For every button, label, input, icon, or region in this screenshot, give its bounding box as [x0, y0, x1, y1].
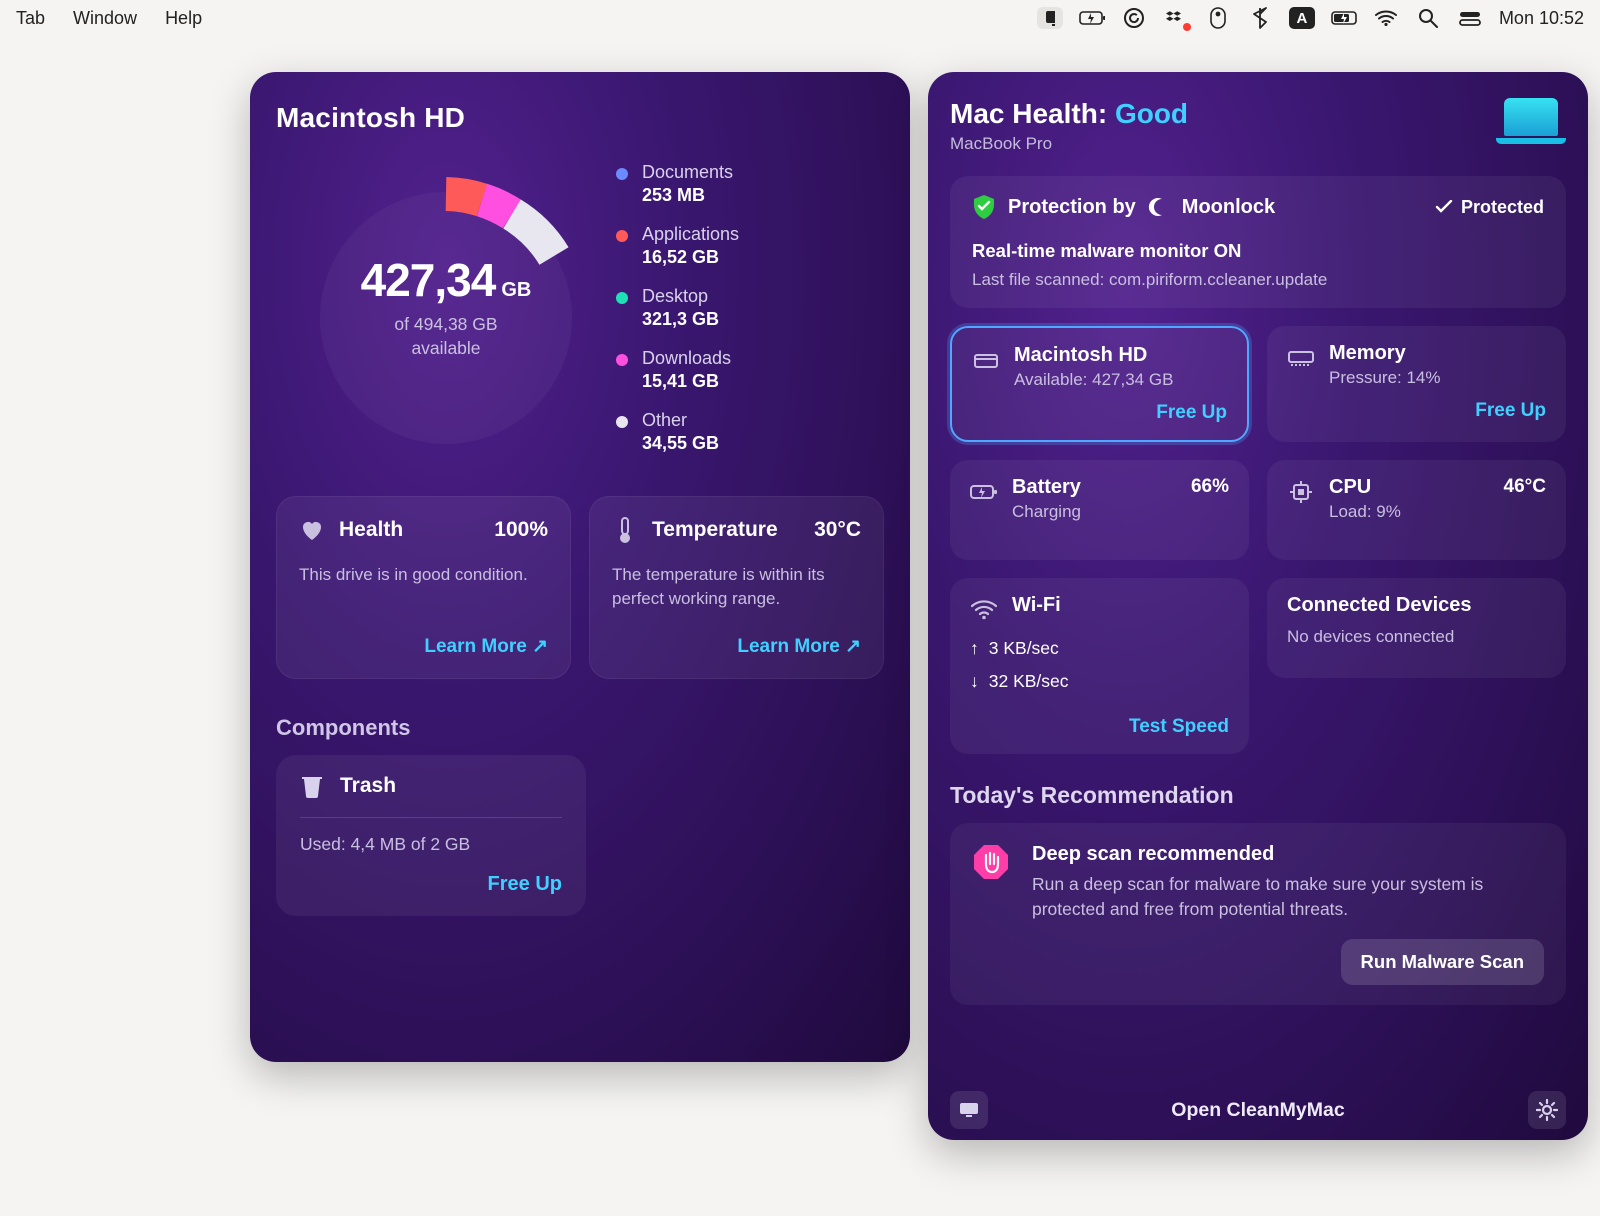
tile-devices[interactable]: Connected Devices No devices connected — [1267, 578, 1566, 678]
cpu-icon — [1287, 478, 1315, 506]
disk-title: Macintosh HD — [276, 102, 884, 134]
storage-legend: Documents253 MB Applications16,52 GB Des… — [616, 142, 884, 472]
grammarly-menubar-icon[interactable] — [1121, 7, 1147, 29]
thermometer-icon — [612, 517, 638, 543]
realtime-monitor-label: Real-time malware monitor ON — [972, 240, 1544, 262]
disk-free-up-link[interactable]: Free Up — [972, 402, 1227, 424]
cpu-value: 46°C — [1504, 476, 1546, 498]
wifi-upload-row: ↑3 KB/sec — [970, 638, 1229, 659]
heart-icon — [299, 517, 325, 543]
memory-free-up-link[interactable]: Free Up — [1287, 400, 1546, 422]
legend-documents: Documents253 MB — [616, 162, 884, 206]
health-card: Health 100% This drive is in good condit… — [276, 496, 571, 679]
battery-charge-menubar-icon[interactable] — [1079, 7, 1105, 29]
shield-check-icon — [972, 194, 996, 220]
wifi-icon — [970, 596, 998, 624]
battery-menubar-icon[interactable] — [1331, 7, 1357, 29]
mac-model-label: MacBook Pro — [950, 134, 1188, 154]
temperature-card: Temperature 30°C The temperature is with… — [589, 496, 884, 679]
moonlock-logo-icon — [1148, 197, 1170, 217]
trash-card: Trash Used: 4,4 MB of 2 GB Free Up — [276, 755, 586, 916]
display-menubar-icon[interactable] — [1037, 7, 1063, 29]
menubar-clock[interactable]: Mon 10:52 — [1499, 8, 1584, 29]
recommendation-heading: Today's Recommendation — [950, 782, 1566, 809]
menu-tab[interactable]: Tab — [16, 8, 45, 29]
wifi-menubar-icon[interactable] — [1373, 7, 1399, 29]
components-heading: Components — [276, 715, 884, 741]
health-learn-more-link[interactable]: Learn More ↗ — [299, 635, 548, 658]
protection-status: Protected — [1435, 197, 1544, 218]
menu-window[interactable]: Window — [73, 8, 137, 29]
legend-other: Other34,55 GB — [616, 410, 884, 454]
recommendation-card: Deep scan recommended Run a deep scan fo… — [950, 823, 1566, 1005]
legend-desktop: Desktop321,3 GB — [616, 286, 884, 330]
battery-value: 66% — [1191, 476, 1229, 498]
tile-disk[interactable]: Macintosh HDAvailable: 427,34 GB Free Up — [950, 326, 1249, 442]
open-cleanmymac-link[interactable]: Open CleanMyMac — [950, 1099, 1566, 1122]
disk-panel: Macintosh HD 427,34GB of 494,38 GBavaila… — [250, 72, 910, 1062]
wifi-test-speed-link[interactable]: Test Speed — [970, 716, 1229, 738]
menubar: Tab Window Help A Mon 10:52 — [0, 0, 1600, 36]
health-value: 100% — [494, 518, 548, 542]
bluetooth-menubar-icon[interactable] — [1247, 7, 1273, 29]
keyboard-input-menubar-icon[interactable]: A — [1289, 7, 1315, 29]
memory-icon — [1287, 344, 1315, 372]
macbook-icon — [1496, 98, 1566, 148]
control-center-menubar-icon[interactable] — [1457, 7, 1483, 29]
last-scanned-label: Last file scanned: com.piriform.ccleaner… — [972, 270, 1544, 290]
battery-icon — [970, 478, 998, 506]
trash-icon — [300, 773, 324, 799]
tile-cpu[interactable]: CPULoad: 9% 46°C — [1267, 460, 1566, 560]
tile-memory[interactable]: MemoryPressure: 14% Free Up — [1267, 326, 1566, 442]
dropbox-menubar-icon[interactable] — [1163, 7, 1189, 29]
temperature-value: 30°C — [814, 518, 861, 542]
arrow-up-icon: ↑ — [970, 638, 979, 659]
legend-applications: Applications16,52 GB — [616, 224, 884, 268]
run-malware-scan-button[interactable]: Run Malware Scan — [1341, 939, 1544, 985]
stop-hand-icon — [972, 843, 1010, 881]
temperature-learn-more-link[interactable]: Learn More ↗ — [612, 635, 861, 658]
disk-icon — [972, 346, 1000, 374]
tile-battery[interactable]: BatteryCharging 66% — [950, 460, 1249, 560]
storage-donut: 427,34GB of 494,38 GBavailable — [276, 142, 616, 472]
arrow-down-icon: ↓ — [970, 671, 979, 692]
wifi-download-row: ↓32 KB/sec — [970, 671, 1229, 692]
spotlight-menubar-icon[interactable] — [1415, 7, 1441, 29]
mouse-menubar-icon[interactable] — [1205, 7, 1231, 29]
tile-wifi[interactable]: Wi-Fi ↑3 KB/sec ↓32 KB/sec Test Speed — [950, 578, 1249, 754]
trash-free-up-link[interactable]: Free Up — [300, 873, 562, 896]
mac-health-title: Mac Health: Good — [950, 98, 1188, 130]
legend-downloads: Downloads15,41 GB — [616, 348, 884, 392]
menu-help[interactable]: Help — [165, 8, 202, 29]
health-panel: Mac Health: Good MacBook Pro Protection … — [928, 72, 1588, 1140]
trash-used-label: Used: 4,4 MB of 2 GB — [300, 834, 562, 855]
protection-card: Protection by Moonlock Protected Real-ti… — [950, 176, 1566, 308]
